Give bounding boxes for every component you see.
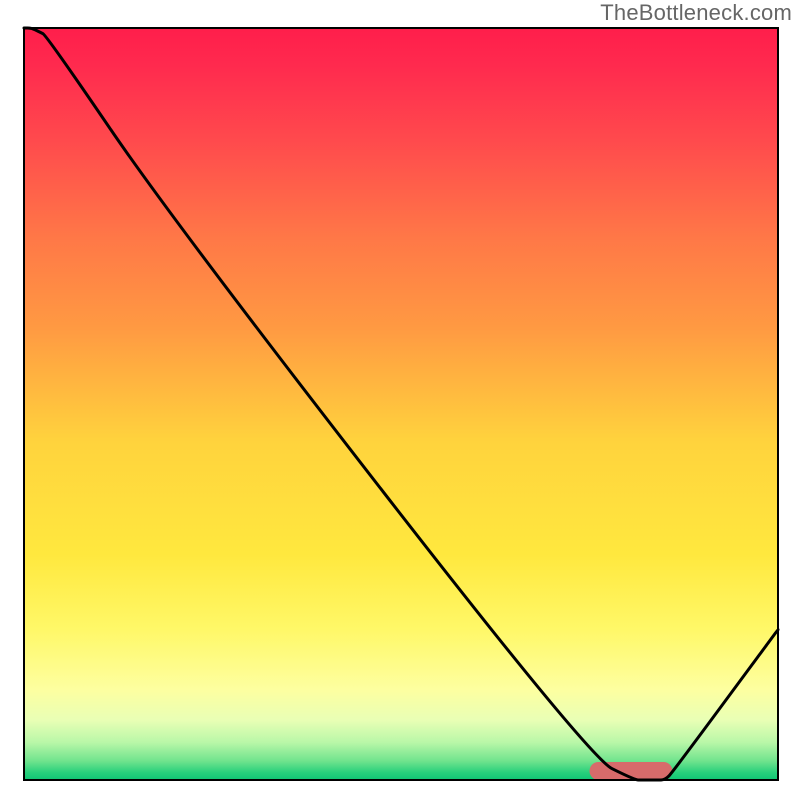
bottleneck-curve-chart: [0, 0, 800, 800]
chart-background: [24, 28, 778, 780]
watermark-text: TheBottleneck.com: [600, 0, 792, 26]
chart-container: TheBottleneck.com: [0, 0, 800, 800]
